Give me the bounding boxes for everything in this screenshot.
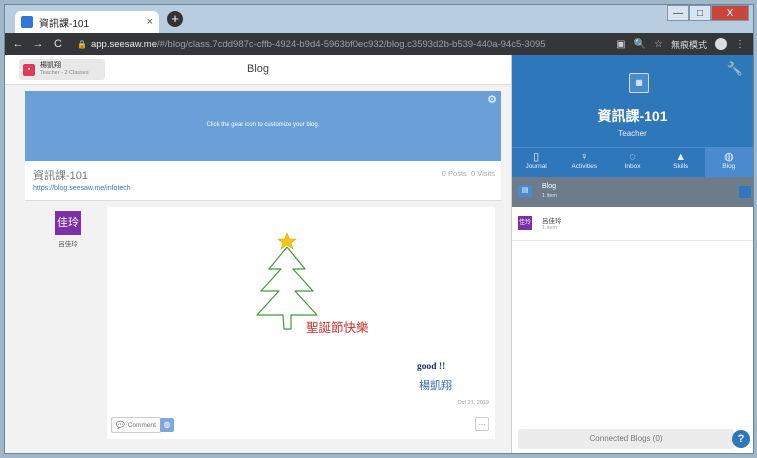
back-button[interactable]: ← — [11, 38, 25, 50]
visits-count: 0 Visits — [470, 169, 495, 178]
tab-title: 資訊課-101 — [39, 18, 90, 30]
forward-button[interactable]: → — [31, 38, 45, 50]
gear-icon[interactable]: ⚙ — [487, 93, 497, 106]
class-role: Teacher — [618, 129, 647, 138]
tab-label: Journal — [525, 163, 547, 170]
more-options-button[interactable]: ... — [475, 417, 489, 431]
blog-item-count: 1 item — [542, 193, 557, 199]
tab-label: Inbox — [624, 163, 641, 170]
lock-icon: 🔒 — [77, 39, 87, 49]
toolbar-actions: ▣ 🔍 ☆ 無痕模式 ⋮ — [616, 38, 753, 51]
comment-button[interactable]: 💬 Comment — [111, 417, 161, 433]
chat-icon: ◌ — [629, 151, 636, 163]
globe-icon[interactable]: ◍ — [160, 418, 174, 432]
book-icon: ▯ — [533, 151, 540, 163]
selection-indicator — [739, 186, 751, 198]
seesaw-page: ▪ 楊凱翔 Teacher - 2 Classes Blog Click the… — [5, 55, 754, 453]
class-name: 資訊課-101 — [597, 108, 668, 124]
blog-header: ▪ 楊凱翔 Teacher - 2 Classes Blog — [5, 55, 511, 85]
url-path: /#/blog/class.7cdd987c-cffb-4924-b9d4-59… — [156, 38, 546, 50]
browser-window: 資訊課-101 × + — □ X ← → C 🔒 app.seesaw.me/… — [4, 4, 754, 454]
class-header: 🔧 ▦ 資訊課-101 Teacher — [512, 55, 753, 147]
tab-blog[interactable]: ◍ Blog — [704, 148, 754, 177]
tab-label: Blog — [722, 163, 736, 170]
help-button[interactable]: ? — [732, 430, 750, 448]
tab-strip: 資訊課-101 × + — □ X — [5, 5, 753, 33]
tab-label: Skills — [673, 163, 689, 170]
menu-icon[interactable]: ⋮ — [735, 39, 745, 50]
blog-class-name: 資訊課-101 — [33, 170, 89, 182]
comment-label: Comment — [127, 421, 156, 429]
seesaw-favicon-icon — [21, 16, 33, 28]
banner-text: Click the gear icon to customize your bl… — [206, 122, 320, 128]
tab-journal[interactable]: ▯ Journal — [512, 148, 560, 177]
post-date: Oct 21, 2019 — [457, 400, 490, 406]
incognito-icon[interactable] — [715, 38, 727, 50]
teacher-signature: 楊凱翔 — [419, 379, 452, 392]
post-card: 聖誕節快樂 good !! 楊凱翔 Oct 21, 2019 💬 Comment… — [107, 207, 495, 439]
class-panel: 🔧 ▦ 資訊課-101 Teacher ▯ Journal ♀ Activiti… — [511, 55, 754, 453]
teacher-comment-text: good !! — [417, 362, 446, 372]
url-host: app.seesaw.me — [90, 38, 157, 50]
class-icon: ▦ — [629, 73, 649, 93]
incognito-label[interactable]: 無痕模式 — [671, 38, 707, 51]
tab-activities[interactable]: ♀ Activities — [560, 148, 608, 177]
panel-tabs: ▯ Journal ♀ Activities ◌ Inbox ▲ Skills … — [512, 147, 754, 177]
student-list-name: 呂佳玲 — [542, 218, 562, 225]
student-avatar: 佳玲 — [55, 211, 81, 235]
blog-item-label: Blog — [542, 183, 557, 190]
student-list-avatar: 佳玲 — [518, 216, 532, 230]
student-list-count: 1 item — [542, 225, 557, 231]
connected-blogs-button[interactable]: Connected Blogs (0) — [518, 429, 734, 449]
tab-inbox[interactable]: ◌ Inbox — [608, 148, 656, 177]
bookmark-star-icon[interactable]: ☆ — [654, 39, 663, 50]
globe-icon: ◍ — [724, 151, 734, 163]
student-list-item[interactable]: 佳玲 呂佳玲 1 item — [512, 207, 753, 241]
christmas-tree-drawing — [256, 232, 318, 330]
close-window-button[interactable]: X — [711, 5, 749, 21]
browser-tab[interactable]: 資訊課-101 × — [15, 11, 159, 33]
blog-banner: Click the gear icon to customize your bl… — [25, 91, 501, 161]
blog-main: ▪ 楊凱翔 Teacher - 2 Classes Blog Click the… — [5, 55, 511, 453]
tab-label: Activities — [571, 163, 598, 170]
translate-icon[interactable]: ▣ — [616, 39, 625, 50]
wrench-icon[interactable]: 🔧 — [727, 61, 743, 77]
address-bar[interactable]: app.seesaw.me/#/blog/class.7cdd987c-cffb… — [91, 39, 546, 50]
window-controls: — □ X — [667, 5, 749, 21]
student-name: 呂佳玲 — [58, 241, 78, 248]
blog-info: 資訊課-101 https://blog.seesaw.me/infotech … — [25, 161, 501, 201]
maximize-button[interactable]: □ — [689, 5, 711, 21]
page-title: Blog — [246, 63, 270, 75]
reload-button[interactable]: C — [51, 38, 65, 50]
tab-skills[interactable]: ▲ Skills — [657, 148, 705, 177]
graduation-cap-icon: ▲ — [675, 151, 687, 163]
tab-close-icon[interactable]: × — [147, 16, 153, 28]
student-author[interactable]: 佳玲 呂佳玲 — [53, 211, 83, 248]
blog-list-item-selected[interactable]: ▤ Blog 1 item — [512, 177, 753, 207]
drawing-greeting-text: 聖誕節快樂 — [306, 320, 369, 335]
comment-bubble-icon: 💬 — [116, 422, 125, 429]
blog-icon: ▤ — [518, 185, 532, 197]
posts-count: 0 Posts — [441, 169, 467, 178]
minimize-button[interactable]: — — [667, 5, 689, 21]
bulb-icon: ♀ — [580, 151, 589, 163]
zoom-icon[interactable]: 🔍 — [634, 39, 646, 50]
browser-toolbar: ← → C 🔒 app.seesaw.me/#/blog/class.7cdd9… — [5, 33, 753, 55]
blog-stats: 0 Posts 0 Visits — [442, 169, 495, 178]
new-tab-button[interactable]: + — [167, 11, 183, 27]
blog-url-link[interactable]: https://blog.seesaw.me/infotech — [33, 185, 131, 192]
